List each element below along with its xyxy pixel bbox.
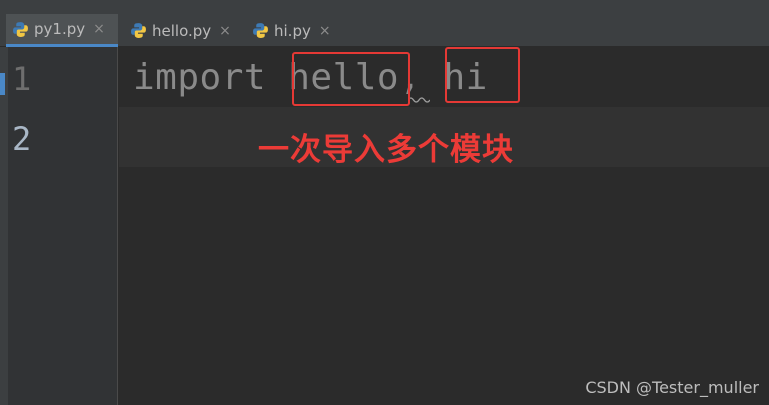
python-file-icon: [13, 21, 28, 37]
tab-hello[interactable]: hello.py ×: [124, 14, 238, 47]
close-icon[interactable]: ×: [319, 23, 331, 39]
editor-tab-bar: py1.py × hello.py × hi.py ×: [0, 0, 769, 47]
watermark: CSDN @Tester_muller: [585, 378, 759, 397]
highlight-box-hi: [445, 47, 520, 103]
import-keyword: import: [133, 57, 267, 98]
tab-label: py1.py: [34, 20, 86, 38]
close-icon[interactable]: ×: [93, 21, 105, 37]
line-number: 1: [12, 60, 32, 98]
line-number-gutter: 1 2: [8, 47, 118, 405]
selection-marker: [0, 73, 5, 95]
annotation-text: 一次导入多个模块: [258, 132, 514, 168]
python-file-icon: [253, 23, 268, 38]
line-number: 2: [12, 120, 32, 158]
tab-hi[interactable]: hi.py ×: [246, 14, 346, 47]
warning-squiggle-icon: [408, 97, 430, 103]
project-panel-edge: [0, 47, 8, 405]
tab-label: hello.py: [152, 21, 212, 40]
highlight-box-hello: [292, 52, 410, 106]
code-editor[interactable]: import hello, hi: [119, 47, 769, 405]
python-file-icon: [131, 23, 146, 38]
tab-py1[interactable]: py1.py ×: [6, 14, 118, 47]
tab-label: hi.py: [274, 21, 311, 40]
close-icon[interactable]: ×: [219, 23, 231, 39]
